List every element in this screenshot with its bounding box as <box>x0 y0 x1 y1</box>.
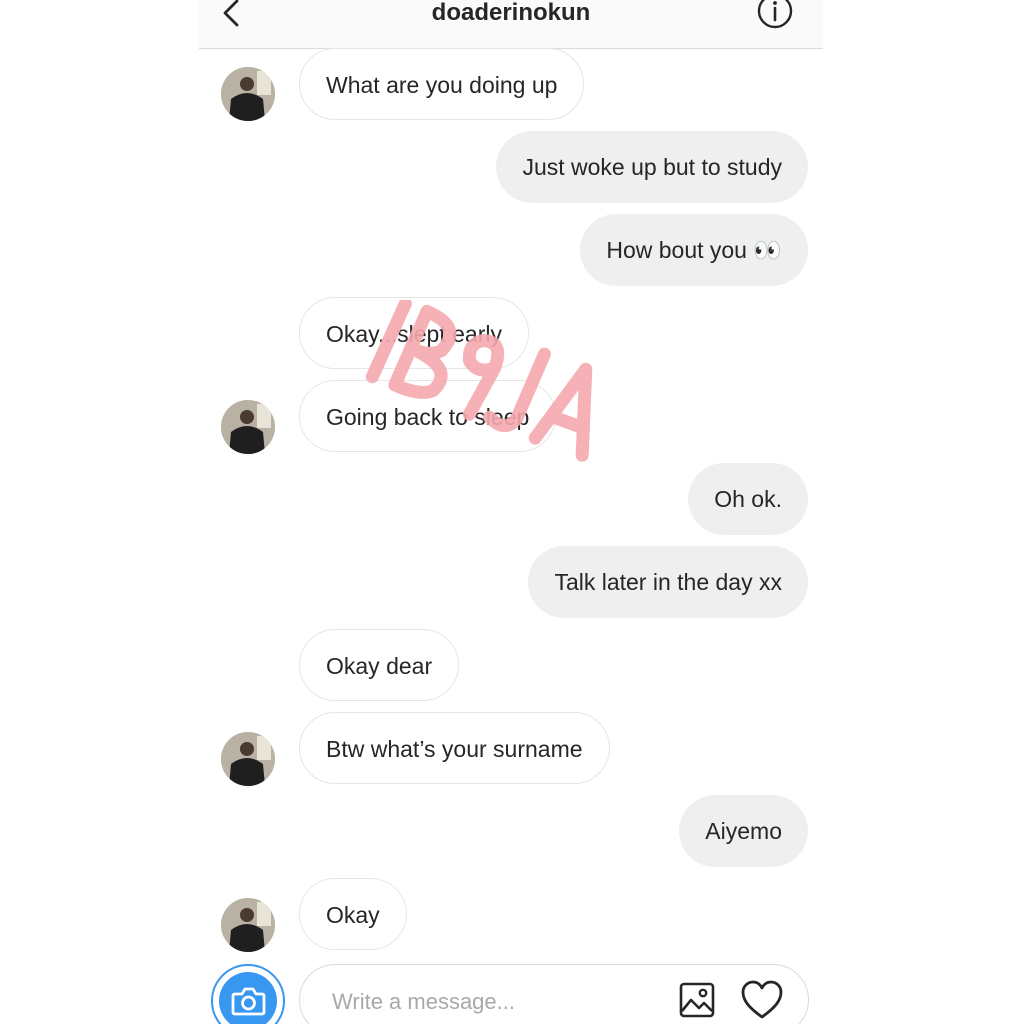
message-text: Just woke up but to study <box>522 154 782 180</box>
message-text: Going back to sleep <box>326 404 530 430</box>
incoming-message[interactable]: What are you doing up <box>299 48 585 120</box>
message-composer <box>299 964 809 1024</box>
incoming-message[interactable]: Btw what’s your surname <box>299 712 610 784</box>
message-text: Talk later in the day xx <box>554 569 782 595</box>
heart-icon[interactable] <box>740 979 784 1021</box>
message-input[interactable] <box>330 983 664 1021</box>
message-text: Btw what’s your surname <box>326 736 583 762</box>
message-text: Okay...slept early <box>326 321 502 347</box>
message-text: Okay dear <box>326 653 433 679</box>
incoming-message[interactable]: Okay <box>299 878 407 950</box>
camera-button[interactable] <box>211 964 285 1024</box>
outgoing-message[interactable]: Talk later in the day xx <box>528 546 808 618</box>
incoming-message[interactable]: Going back to sleep <box>299 380 557 452</box>
avatar[interactable] <box>221 67 275 121</box>
conversation-title[interactable]: doaderinokun <box>199 0 823 26</box>
outgoing-message[interactable]: Aiyemo <box>679 795 808 867</box>
outgoing-message[interactable]: How bout you 👀 <box>580 214 808 286</box>
incoming-message[interactable]: Okay...slept early <box>299 297 529 369</box>
outgoing-message[interactable]: Oh ok. <box>688 463 808 535</box>
avatar[interactable] <box>221 732 275 786</box>
message-text: Okay <box>326 902 380 928</box>
avatar[interactable] <box>221 898 275 952</box>
message-text: Aiyemo <box>705 818 782 844</box>
chat-screen: doaderinokun What are you doing up Just … <box>199 0 823 1024</box>
chat-header: doaderinokun <box>199 0 823 49</box>
incoming-message[interactable]: Okay dear <box>299 629 460 701</box>
camera-icon <box>219 972 277 1024</box>
outgoing-message[interactable]: Just woke up but to study <box>496 131 808 203</box>
avatar[interactable] <box>221 400 275 454</box>
message-text: What are you doing up <box>326 72 558 98</box>
message-text: How bout you 👀 <box>606 237 782 263</box>
info-icon[interactable] <box>757 0 793 32</box>
message-text: Oh ok. <box>714 486 782 512</box>
image-icon[interactable] <box>678 981 716 1019</box>
